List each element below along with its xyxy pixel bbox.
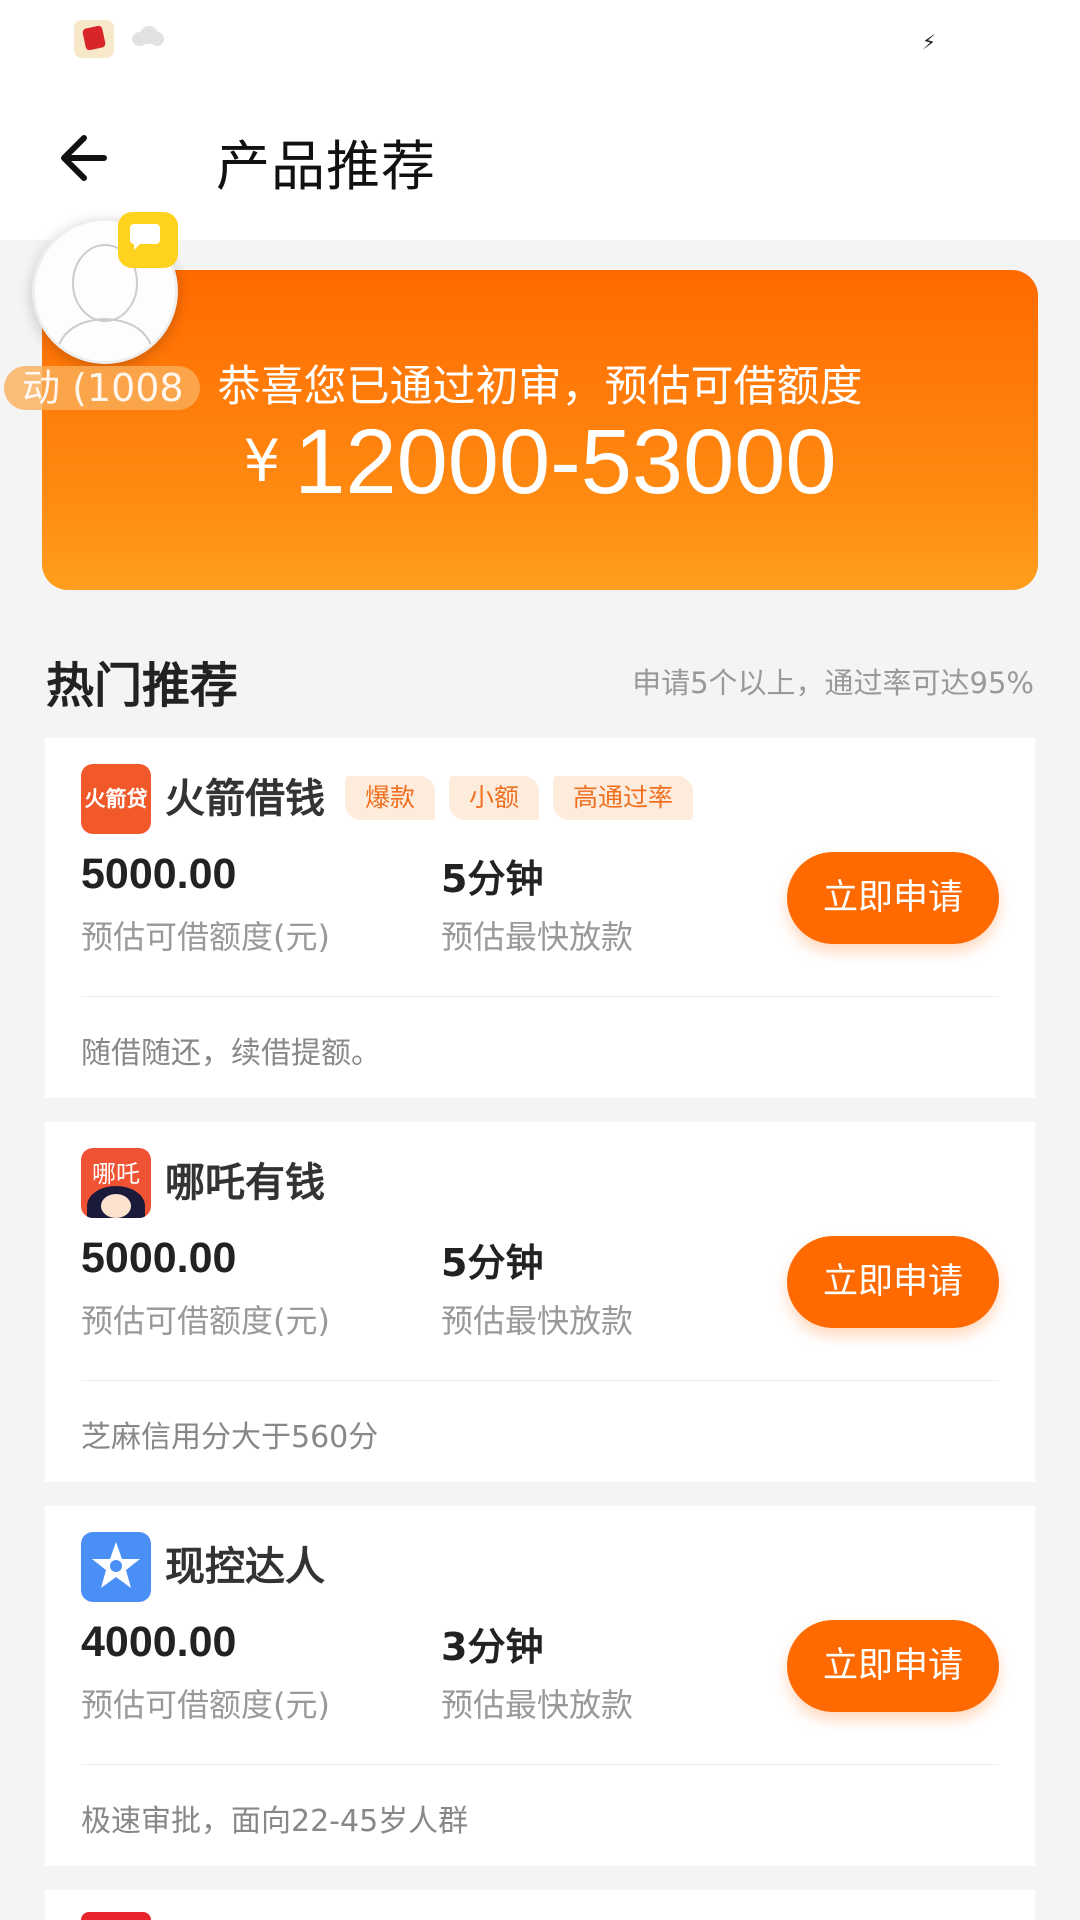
product-description: 随借随还，续借提额。 [81, 1036, 381, 1071]
product-card[interactable]: 现控达人 4000.00 预估可借额度(元) 3分钟 预估最快放款 立即申请 极… [45, 1506, 1035, 1866]
payout-speed-label: 预估最快放款 [441, 1686, 634, 1724]
divider [81, 1764, 999, 1765]
app-notification-icon [74, 20, 114, 58]
currency-symbol: ¥ [243, 427, 281, 495]
loan-amount-label: 预估可借额度(元) [81, 1302, 330, 1340]
section-subtitle: 申请5个以上，通过率可达95% [632, 666, 1034, 700]
page-title: 产品推荐 [216, 135, 436, 198]
payout-speed: 3分钟 [441, 1625, 544, 1669]
back-button[interactable] [56, 128, 112, 188]
chat-bubble-icon[interactable] [118, 212, 178, 268]
amount-range: 12000-53000 [294, 411, 837, 513]
logo-text: 哪吒 [92, 1160, 140, 1188]
product-logo [81, 1912, 151, 1920]
star-icon [92, 1542, 140, 1588]
star-logo-icon [81, 1532, 151, 1602]
credit-limit-banner: 恭喜您已通过初审，预估可借额度 ¥12000-53000 [42, 270, 1038, 590]
loan-amount-label: 预估可借额度(元) [81, 918, 330, 956]
product-tag: 小额 [449, 776, 540, 820]
product-name: 火箭借钱 [165, 776, 325, 822]
loan-amount: 4000.00 [81, 1618, 237, 1666]
product-tag: 爆款 [345, 776, 436, 820]
divider [81, 1380, 999, 1381]
product-logo: 火箭贷 [81, 764, 151, 834]
payout-speed: 5分钟 [441, 857, 544, 901]
product-card[interactable] [45, 1890, 1035, 1920]
apply-button[interactable]: 立即申请 [787, 852, 999, 944]
apply-button[interactable]: 立即申请 [787, 1236, 999, 1328]
arrow-left-icon [61, 135, 107, 181]
product-tag: 高通过率 [553, 776, 694, 820]
product-card[interactable]: 火箭贷 火箭借钱 爆款 小额 高通过率 5000.00 预估可借额度(元) 5分… [45, 738, 1035, 1098]
loan-amount: 5000.00 [81, 1234, 237, 1282]
payout-speed: 5分钟 [441, 1241, 544, 1285]
floating-widget-label[interactable]: 动 (1008 [4, 366, 200, 410]
divider [81, 996, 999, 997]
loan-amount: 5000.00 [81, 850, 237, 898]
payout-speed-label: 预估最快放款 [441, 918, 634, 956]
product-logo: 哪吒 [81, 1148, 151, 1218]
credit-amount: ¥12000-53000 [42, 410, 1038, 515]
product-card[interactable]: 哪吒 哪吒有钱 5000.00 预估可借额度(元) 5分钟 预估最快放款 立即申… [45, 1122, 1035, 1482]
charging-icon: ⚡ [922, 30, 937, 54]
loan-amount-label: 预估可借额度(元) [81, 1686, 330, 1724]
product-description: 极速审批，面向22-45岁人群 [81, 1804, 469, 1839]
product-name: 现控达人 [165, 1544, 325, 1590]
apply-button[interactable]: 立即申请 [787, 1620, 999, 1712]
section-title: 热门推荐 [46, 658, 239, 714]
payout-speed-label: 预估最快放款 [441, 1302, 634, 1340]
status-bar: ⚡ [0, 0, 1080, 80]
product-tags: 爆款 小额 高通过率 [345, 776, 694, 820]
product-description: 芝麻信用分大于560分 [81, 1420, 379, 1455]
product-name: 哪吒有钱 [165, 1160, 325, 1206]
cloud-icon [128, 24, 164, 46]
